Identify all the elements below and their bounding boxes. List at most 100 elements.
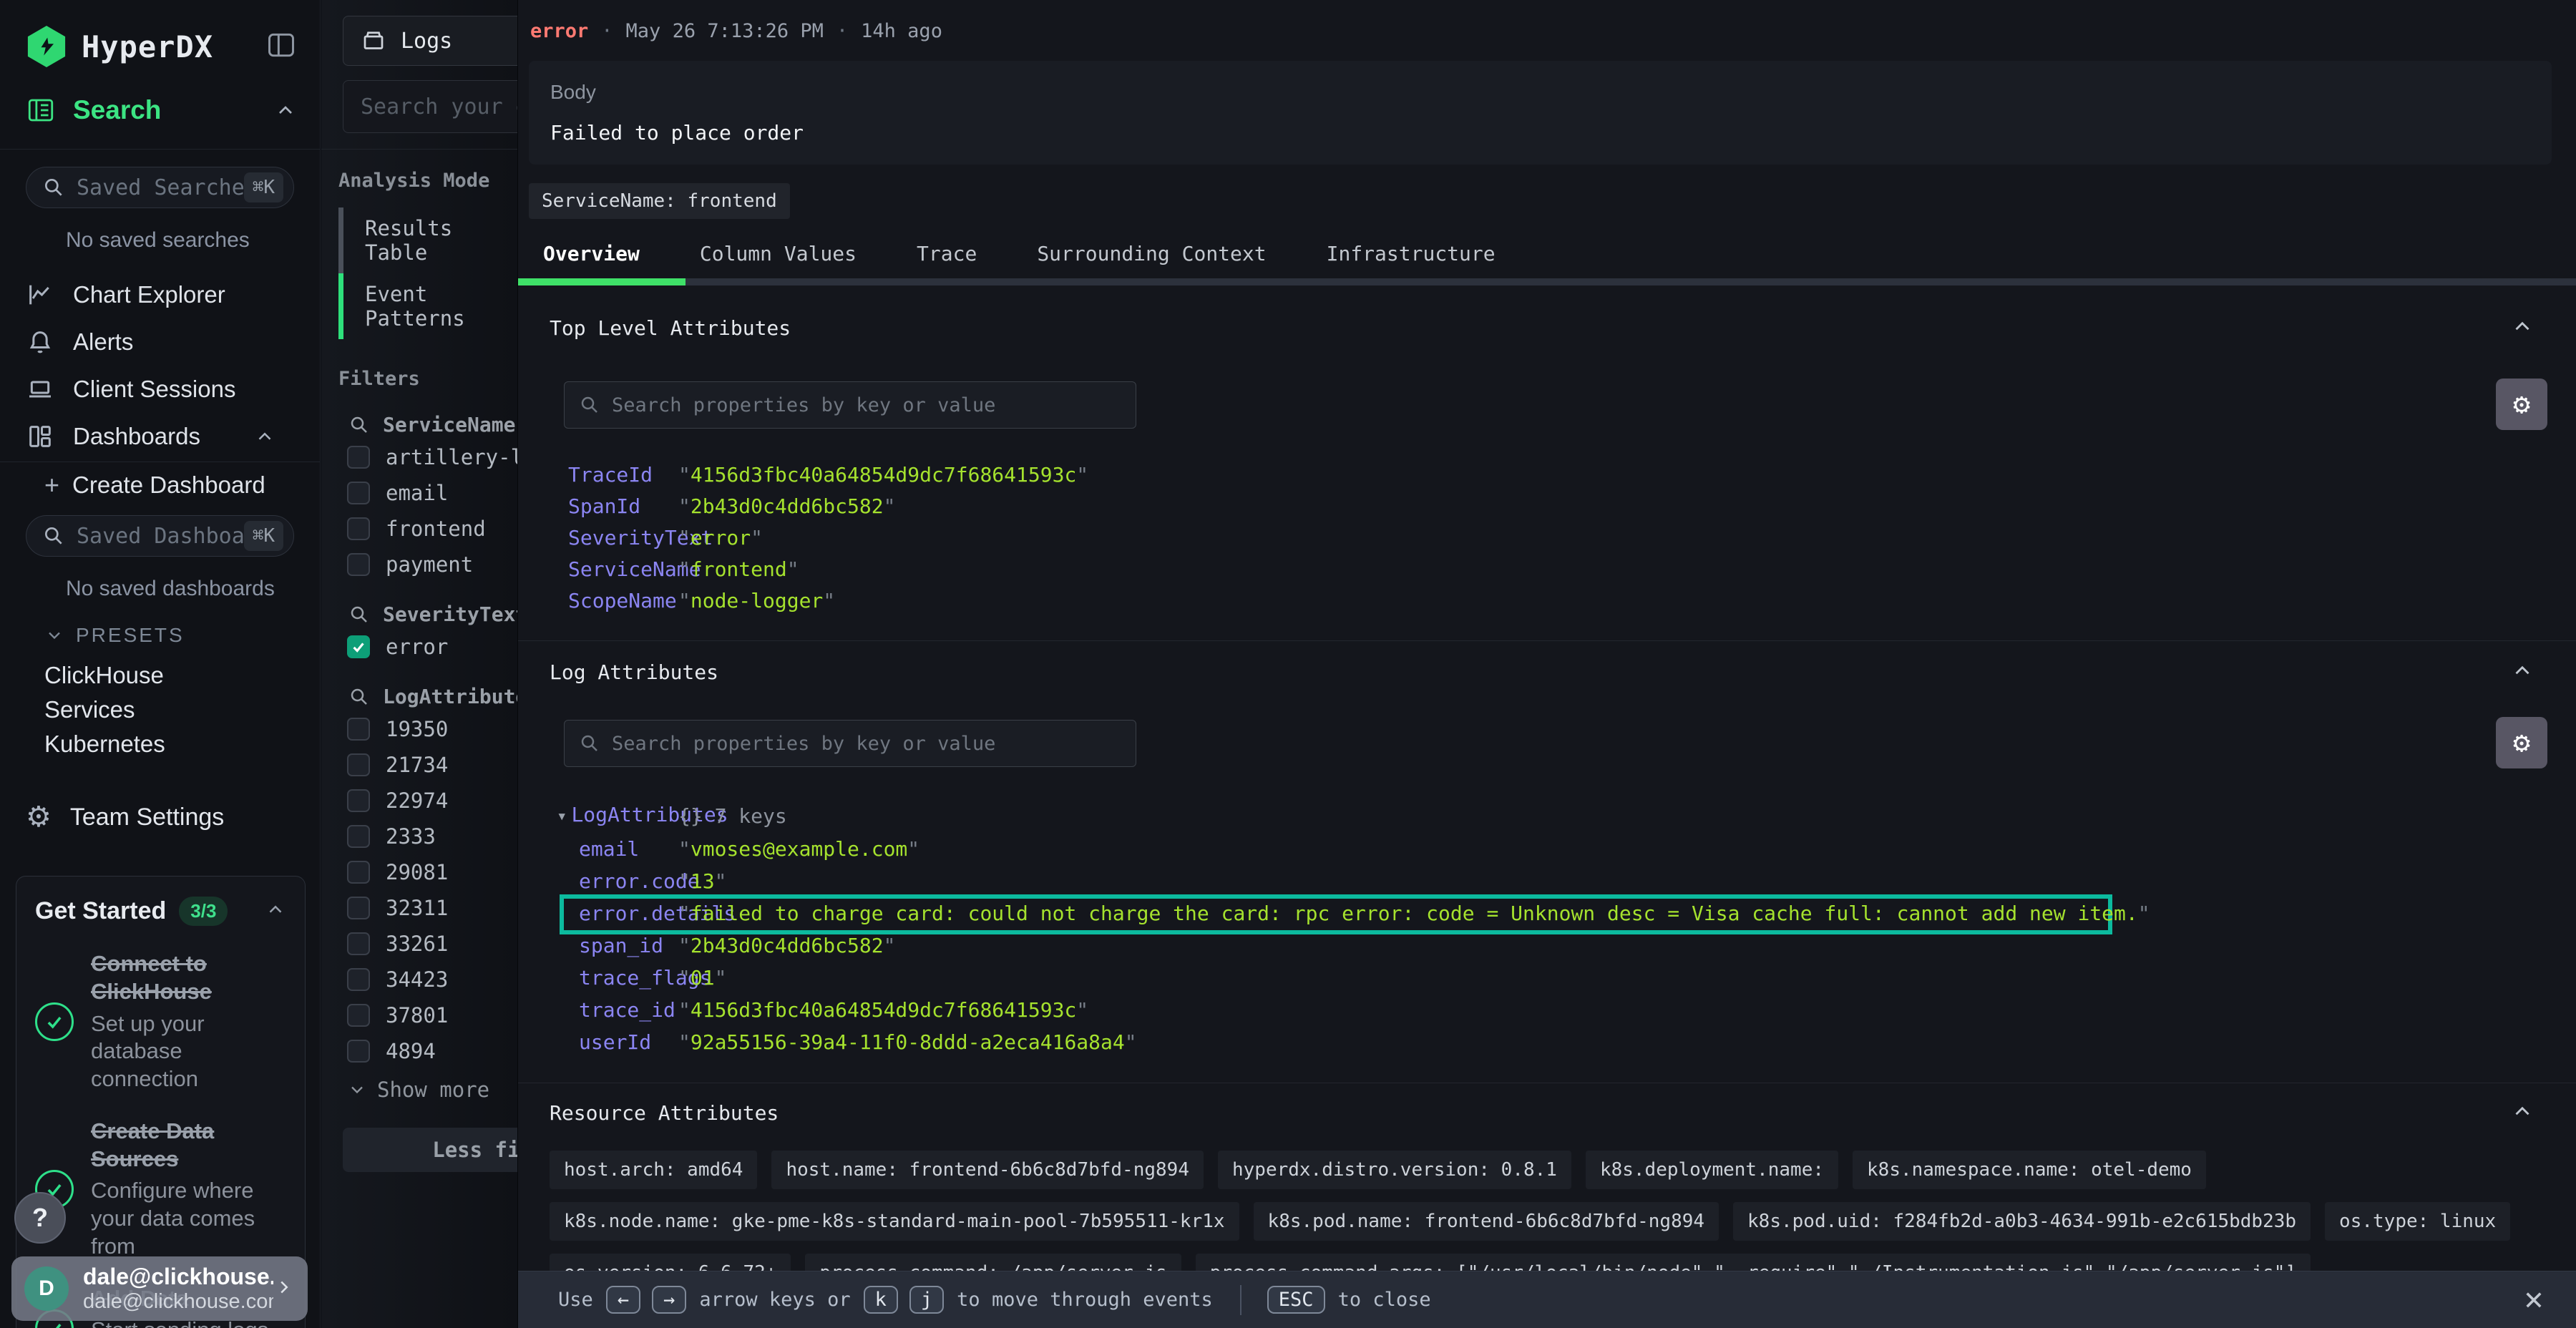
- properties-search-input[interactable]: Search properties by key or value: [564, 381, 1136, 429]
- event-search-input[interactable]: Search your events...: [343, 80, 517, 133]
- preset-clickhouse[interactable]: ClickHouse: [0, 658, 320, 693]
- caret-down-icon[interactable]: ▾: [557, 806, 567, 826]
- resource-chip[interactable]: k8s.deployment.name:: [1586, 1151, 1838, 1189]
- attr-value[interactable]: 92a55156-39a4-11f0-8ddd-a2eca416a8a4: [678, 1030, 1137, 1054]
- tab-trace[interactable]: Trace: [917, 242, 977, 270]
- attr-value[interactable]: frontend: [678, 557, 799, 581]
- saved-searches-input[interactable]: Saved Searches ⌘K: [26, 167, 294, 208]
- preset-kubernetes[interactable]: Kubernetes: [0, 727, 320, 761]
- tab-column-values[interactable]: Column Values: [700, 242, 857, 270]
- attr-key[interactable]: ScopeName: [568, 589, 677, 612]
- sidebar-item-chart-explorer[interactable]: Chart Explorer: [0, 271, 320, 318]
- create-dashboard-button[interactable]: + Create Dashboard: [0, 462, 320, 508]
- filter-option[interactable]: artillery-load-gen: [347, 442, 517, 472]
- resource-chip[interactable]: host.arch: amd64: [550, 1151, 757, 1189]
- filter-option[interactable]: 37801: [347, 1000, 517, 1030]
- checkbox[interactable]: [347, 897, 370, 919]
- show-more-toggle[interactable]: Show more: [347, 1078, 517, 1102]
- checkbox[interactable]: [347, 1004, 370, 1027]
- checkbox[interactable]: [347, 968, 370, 991]
- filter-option[interactable]: 34423: [347, 965, 517, 995]
- checkbox[interactable]: [347, 861, 370, 884]
- tab-overview[interactable]: Overview: [543, 242, 640, 270]
- search-icon[interactable]: [348, 414, 370, 436]
- checkbox[interactable]: [347, 825, 370, 848]
- attr-key[interactable]: TraceId: [568, 463, 653, 487]
- checkbox[interactable]: [347, 753, 370, 776]
- filter-option[interactable]: 29081: [347, 857, 517, 887]
- resource-chip[interactable]: k8s.namespace.name: otel-demo: [1853, 1151, 2206, 1189]
- sidebar-item-search[interactable]: Search: [26, 87, 297, 133]
- log-attributes-root[interactable]: ▾LogAttributes {} 7 keys: [557, 803, 2576, 837]
- sidebar-item-alerts[interactable]: Alerts: [0, 318, 320, 366]
- checkbox[interactable]: [347, 932, 370, 955]
- preset-services[interactable]: Services: [0, 693, 320, 727]
- help-button[interactable]: ?: [14, 1192, 66, 1244]
- attr-key[interactable]: SpanId: [568, 494, 640, 518]
- filter-option[interactable]: frontend: [347, 514, 517, 544]
- user-menu[interactable]: D dale@clickhouse.com dale@clickhouse.co…: [11, 1256, 308, 1321]
- resource-chip[interactable]: os.type: linux: [2325, 1202, 2510, 1241]
- chevron-up-icon[interactable]: [2510, 314, 2534, 341]
- checkbox[interactable]: [347, 1040, 370, 1063]
- chevron-up-icon[interactable]: [2510, 1099, 2534, 1126]
- presets-toggle[interactable]: PRESETS: [44, 624, 320, 647]
- chevron-up-icon[interactable]: [265, 899, 286, 924]
- mode-event-patterns[interactable]: Event Patterns: [338, 273, 517, 339]
- collapse-sidebar-icon[interactable]: [265, 29, 297, 64]
- chevron-up-icon[interactable]: [274, 99, 297, 122]
- attr-value[interactable]: 2b43d0c4dd6bc582: [678, 934, 895, 957]
- less-filters-button[interactable]: Less filters: [343, 1128, 517, 1172]
- settings-button[interactable]: ⚙: [2496, 717, 2547, 768]
- attr-key[interactable]: email: [579, 837, 639, 861]
- sidebar-item-team-settings[interactable]: ⚙ Team Settings: [0, 801, 320, 833]
- attr-value[interactable]: failed to charge card: could not charge …: [678, 902, 2150, 925]
- checkbox[interactable]: [347, 718, 370, 741]
- attr-value[interactable]: error: [678, 526, 763, 550]
- tab-scroll-track[interactable]: [518, 278, 2576, 285]
- mode-results-table[interactable]: Results Table: [338, 208, 517, 273]
- checkbox[interactable]: [347, 482, 370, 504]
- service-name-chip[interactable]: ServiceName: frontend: [529, 183, 790, 219]
- resource-chip[interactable]: k8s.pod.uid: f284fb2d-a0b3-4634-991b-e2c…: [1733, 1202, 2311, 1241]
- filter-option[interactable]: 32311: [347, 893, 517, 923]
- attr-value[interactable]: vmoses@example.com: [678, 837, 919, 861]
- search-icon[interactable]: [348, 604, 370, 625]
- attr-value[interactable]: 4156d3fbc40a64854d9dc7f68641593c: [678, 463, 1088, 487]
- filter-option[interactable]: 19350: [347, 714, 517, 744]
- checkbox-checked[interactable]: [347, 635, 370, 658]
- filter-option[interactable]: 2333: [347, 821, 517, 851]
- attr-value[interactable]: node-logger: [678, 589, 835, 612]
- attr-value[interactable]: 01: [678, 966, 726, 990]
- resource-chip[interactable]: k8s.pod.name: frontend-6b6c8d7bfd-ng894: [1254, 1202, 1719, 1241]
- attr-value[interactable]: 4156d3fbc40a64854d9dc7f68641593c: [678, 998, 1088, 1022]
- sidebar-item-client-sessions[interactable]: Client Sessions: [0, 366, 320, 413]
- attr-value[interactable]: 2b43d0c4dd6bc582: [678, 494, 895, 518]
- filter-option[interactable]: 22974: [347, 786, 517, 816]
- chevron-up-icon[interactable]: [254, 426, 275, 447]
- attr-value[interactable]: 13: [678, 869, 726, 893]
- close-icon[interactable]: ✕: [2523, 1286, 2545, 1316]
- filter-option[interactable]: error: [347, 632, 517, 662]
- checkbox[interactable]: [347, 446, 370, 469]
- get-started-step-sources[interactable]: Create Data Sources Configure where your…: [35, 1118, 286, 1261]
- checkbox[interactable]: [347, 553, 370, 576]
- resource-chip[interactable]: host.name: frontend-6b6c8d7bfd-ng894: [771, 1151, 1204, 1189]
- chevron-up-icon[interactable]: [2510, 658, 2534, 685]
- resource-chip[interactable]: k8s.node.name: gke-pme-k8s-standard-main…: [550, 1202, 1239, 1241]
- search-icon[interactable]: [348, 686, 370, 708]
- sidebar-item-dashboards[interactable]: Dashboards: [0, 413, 320, 460]
- tab-infrastructure[interactable]: Infrastructure: [1327, 242, 1496, 270]
- checkbox[interactable]: [347, 789, 370, 812]
- checkbox[interactable]: [347, 517, 370, 540]
- get-started-step-connect[interactable]: Connect to ClickHouse Set up your databa…: [35, 950, 286, 1093]
- saved-dashboards-input[interactable]: Saved Dashboards ⌘K: [26, 515, 294, 557]
- settings-button[interactable]: ⚙: [2496, 379, 2547, 430]
- filter-option[interactable]: 21734: [347, 750, 517, 780]
- filter-option[interactable]: email: [347, 478, 517, 508]
- filter-option[interactable]: payment: [347, 550, 517, 580]
- filter-option[interactable]: 4894: [347, 1036, 517, 1066]
- filter-option[interactable]: 33261: [347, 929, 517, 959]
- attr-key[interactable]: userId: [579, 1030, 651, 1054]
- tab-surrounding-context[interactable]: Surrounding Context: [1037, 242, 1266, 270]
